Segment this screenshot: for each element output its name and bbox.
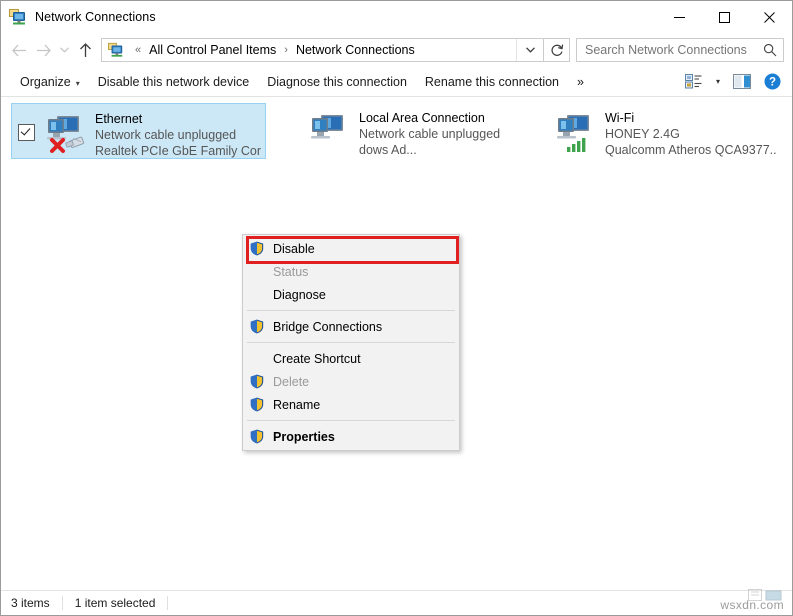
connections-list: Ethernet Network cable unplugged Realtek…	[1, 97, 792, 590]
recent-locations-chevron-down-icon[interactable]	[55, 38, 73, 62]
wifi-name: Wi-Fi	[605, 111, 635, 125]
connection-item-ethernet[interactable]: Ethernet Network cable unplugged Realtek…	[11, 103, 267, 159]
search-input[interactable]: Search Network Connections	[577, 43, 757, 57]
svg-text:?: ?	[768, 77, 775, 89]
wireless-adapter-connected-icon	[549, 110, 599, 156]
context-menu-item-properties-label: Properties	[273, 429, 335, 444]
context-menu: Disable Status Diagnose Bridge Connectio…	[242, 234, 460, 451]
back-arrow-icon[interactable]	[7, 38, 31, 62]
status-selection: 1 item selected	[75, 596, 169, 610]
context-menu-separator	[247, 310, 455, 311]
context-menu-item-diagnose[interactable]: Diagnose	[243, 283, 459, 306]
network-connections-icon	[9, 8, 27, 26]
search-box[interactable]: Search Network Connections	[576, 38, 784, 62]
command-overflow-button[interactable]: »	[568, 71, 593, 93]
view-options-icon[interactable]	[680, 70, 708, 94]
context-menu-separator	[247, 342, 455, 343]
shield-icon	[247, 429, 267, 445]
context-menu-item-rename[interactable]: Rename	[243, 393, 459, 416]
command-organize[interactable]: Organize ▾	[11, 71, 89, 93]
connection-item-wifi[interactable]: Wi-Fi HONEY 2.4G Qualcomm Atheros QCA937…	[524, 103, 780, 159]
context-menu-item-rename-label: Rename	[273, 397, 321, 412]
ethernet-device: Realtek PCIe GbE Family Cor	[95, 144, 262, 158]
status-bar: 3 items 1 item selected wsxdn.com	[1, 589, 792, 615]
network-adapter-disconnected-icon	[303, 110, 353, 156]
maximize-button[interactable]	[702, 1, 747, 33]
context-menu-item-bridge-connections-label: Bridge Connections	[273, 319, 383, 334]
breadcrumb-network-connections[interactable]: Network Connections	[294, 41, 417, 59]
context-menu-separator	[247, 420, 455, 421]
search-icon[interactable]	[757, 43, 783, 57]
shield-icon	[247, 374, 267, 390]
context-menu-item-delete-label: Delete	[273, 374, 310, 389]
context-menu-item-create-shortcut[interactable]: Create Shortcut	[243, 347, 459, 370]
address-dropdown-chevron-down-icon[interactable]	[516, 39, 543, 61]
connection-item-local-area-connection[interactable]: Local Area Connection Network cable unpl…	[278, 103, 512, 159]
lac-status: Network cable unplugged	[359, 127, 501, 141]
window-title: Network Connections	[35, 10, 156, 24]
wifi-text: Wi-Fi HONEY 2.4G Qualcomm Atheros QCA937…	[605, 106, 776, 157]
command-rename-this-connection[interactable]: Rename this connection	[416, 71, 568, 93]
network-connections-window: Network Connections « All Control Panel …	[0, 0, 793, 616]
no-icon	[247, 287, 267, 303]
network-adapter-disconnected-icon	[39, 111, 89, 157]
ethernet-status: Network cable unplugged	[95, 128, 237, 142]
context-menu-item-properties[interactable]: Properties	[243, 425, 459, 448]
shield-icon	[247, 241, 267, 257]
ethernet-text: Ethernet Network cable unplugged Realtek…	[95, 107, 261, 158]
breadcrumb-all-control-panel-items[interactable]: All Control Panel Items	[147, 41, 278, 59]
address-path-box[interactable]: « All Control Panel Items › Network Conn…	[101, 38, 544, 62]
context-menu-item-disable[interactable]: Disable	[243, 237, 459, 260]
forward-arrow-icon[interactable]	[31, 38, 55, 62]
no-icon	[247, 351, 267, 367]
title-bar: Network Connections	[1, 1, 792, 33]
ethernet-checkbox[interactable]	[18, 124, 35, 141]
breadcrumb-separator: ›	[284, 44, 288, 56]
lac-text: Local Area Connection Network cable unpl…	[359, 106, 500, 157]
wifi-status: HONEY 2.4G	[605, 127, 680, 141]
context-menu-item-bridge-connections[interactable]: Bridge Connections	[243, 315, 459, 338]
context-menu-item-disable-label: Disable	[273, 241, 315, 256]
address-bar-row: « All Control Panel Items › Network Conn…	[1, 33, 792, 67]
watermark-text: wsxdn.com	[720, 598, 784, 612]
context-menu-item-status: Status	[243, 260, 459, 283]
lac-name: Local Area Connection	[359, 111, 485, 125]
up-arrow-icon[interactable]	[73, 38, 97, 62]
shield-icon	[247, 319, 267, 335]
command-organize-label: Organize	[20, 74, 71, 89]
help-icon[interactable]: ?	[758, 70, 786, 94]
connections-row: Ethernet Network cable unplugged Realtek…	[1, 97, 792, 159]
path-network-connections-icon	[108, 42, 124, 58]
status-item-count: 3 items	[11, 596, 63, 610]
command-diagnose-this-connection[interactable]: Diagnose this connection	[258, 71, 416, 93]
command-bar-right-group: ▾ ?	[680, 70, 786, 94]
refresh-icon[interactable]	[544, 38, 570, 62]
lac-device: dows Ad...	[359, 143, 417, 157]
context-menu-item-status-label: Status	[273, 264, 309, 279]
command-bar: Organize ▾ Disable this network device Di…	[1, 67, 792, 97]
context-menu-item-delete: Delete	[243, 370, 459, 393]
view-options-chevron-down-icon[interactable]: ▾	[710, 77, 726, 86]
wifi-device: Qualcomm Atheros QCA9377...	[605, 143, 776, 157]
no-icon	[247, 264, 267, 280]
minimize-button[interactable]	[657, 1, 702, 33]
breadcrumb-overflow[interactable]: «	[129, 44, 147, 56]
shield-icon	[247, 397, 267, 413]
chevron-down-icon: ▾	[75, 78, 80, 88]
ethernet-name: Ethernet	[95, 112, 143, 126]
context-menu-item-diagnose-label: Diagnose	[273, 287, 326, 302]
command-disable-this-network-device[interactable]: Disable this network device	[89, 71, 258, 93]
preview-pane-icon[interactable]	[728, 70, 756, 94]
context-menu-item-create-shortcut-label: Create Shortcut	[273, 351, 361, 366]
caption-buttons	[657, 1, 792, 33]
close-button[interactable]	[747, 1, 792, 33]
